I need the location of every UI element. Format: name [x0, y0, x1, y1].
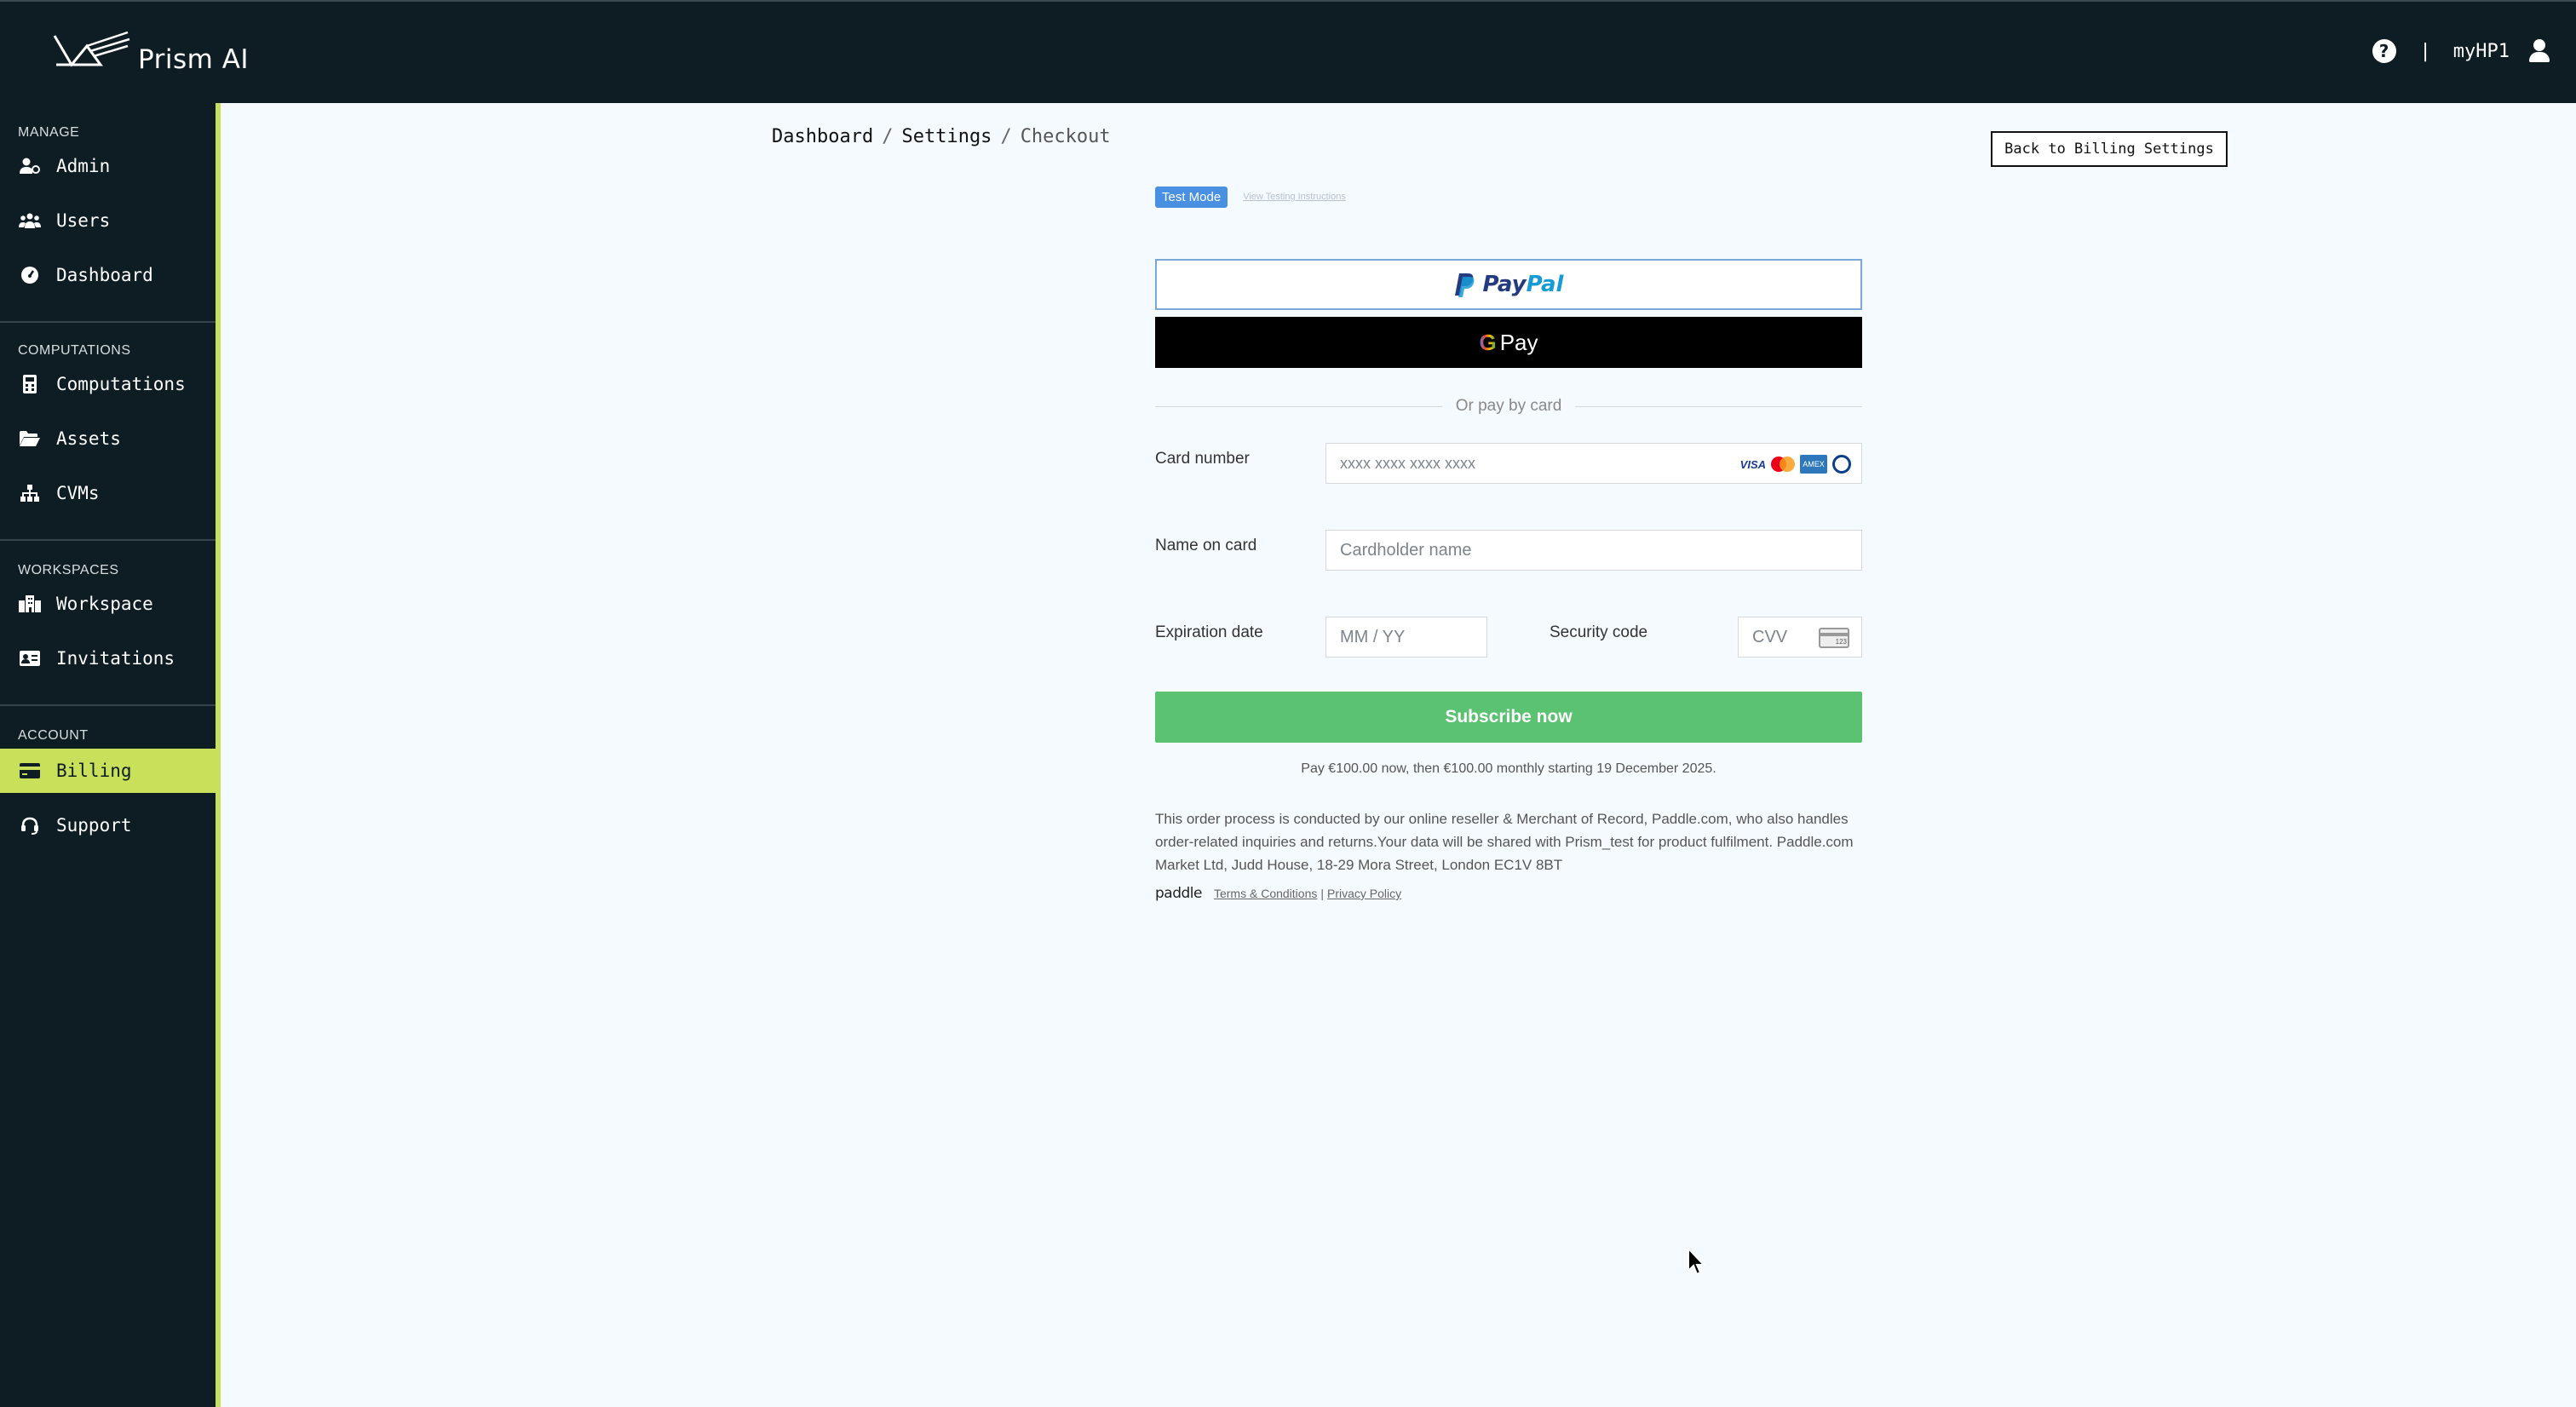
paypal-button[interactable]: PayPal [1155, 259, 1862, 310]
test-mode-badge: Test Mode [1155, 186, 1228, 208]
view-testing-instructions-link[interactable]: View Testing Instructions [1243, 192, 1346, 202]
paddle-logo: paddle [1155, 885, 1202, 902]
mastercard-icon [1771, 457, 1795, 472]
admin-icon [19, 157, 41, 175]
checkout-form: Test Mode View Testing Instructions PayP… [1155, 184, 1863, 902]
breadcrumb-separator: / [882, 126, 894, 147]
privacy-policy-link[interactable]: Privacy Policy [1327, 887, 1401, 900]
security-code-input[interactable]: CVV 123 [1738, 617, 1862, 658]
help-icon[interactable]: ? [2372, 39, 2396, 63]
headset-icon [19, 816, 41, 835]
subscribe-now-button[interactable]: Subscribe now [1155, 692, 1862, 743]
sidebar-item-label: Users [56, 210, 111, 231]
section-title-workspaces: WORKSPACES [18, 563, 119, 577]
sidebar-item-label: Assets [56, 428, 121, 449]
breadcrumb: Dashboard / Settings / Checkout [772, 126, 1111, 147]
top-right-controls: ? | myHP1 [2372, 39, 2550, 63]
top-bar: Prism AI ? | myHP1 [0, 0, 2576, 103]
users-icon [19, 211, 41, 230]
card-number-row: Card number xxxx xxxx xxxx xxxx VISA AME… [1155, 443, 1862, 484]
card-number-placeholder: xxxx xxxx xxxx xxxx [1340, 454, 1476, 472]
section-title-computations: COMPUTATIONS [18, 343, 131, 358]
paypal-wordmark: PayPal [1482, 272, 1564, 297]
logo[interactable]: Prism AI [53, 31, 249, 77]
section-title-manage: MANAGE [18, 125, 80, 140]
sidebar-item-dashboard[interactable]: Dashboard [0, 253, 216, 297]
breadcrumb-settings[interactable]: Settings [901, 126, 992, 147]
expiration-placeholder: MM / YY [1340, 627, 1406, 646]
test-mode-bar: Test Mode View Testing Instructions [1155, 184, 1862, 210]
id-card-icon [19, 649, 41, 668]
or-pay-by-card-divider: Or pay by card [1155, 397, 1863, 416]
expiry-cvv-row: Expiration date MM / YY Security code CV… [1155, 617, 1862, 658]
sidebar: MANAGE Admin Users Dashboard COMPUTATION… [0, 103, 221, 1407]
amex-icon: AMEX [1800, 455, 1827, 474]
mouse-cursor-icon [1688, 1247, 1706, 1276]
network-tree-icon [19, 484, 41, 502]
sidebar-item-label: Admin [56, 156, 111, 176]
sidebar-item-cvms[interactable]: CVMs [0, 471, 216, 515]
terms-and-conditions-link[interactable]: Terms & Conditions [1214, 887, 1317, 900]
breadcrumb-dashboard[interactable]: Dashboard [772, 126, 873, 147]
dashboard-gauge-icon [19, 266, 41, 284]
expiration-date-input[interactable]: MM / YY [1325, 617, 1487, 658]
prism-logo-icon [53, 31, 130, 67]
sidebar-item-assets[interactable]: Assets [0, 416, 216, 461]
sidebar-item-label: CVMs [56, 483, 100, 503]
folder-open-icon [19, 429, 41, 448]
sidebar-item-users[interactable]: Users [0, 198, 216, 243]
calculator-icon [19, 375, 41, 393]
name-on-card-label: Name on card [1155, 537, 1257, 554]
legal-links: paddle Terms & Conditions | Privacy Poli… [1155, 885, 1862, 902]
username[interactable]: myHP1 [2453, 41, 2510, 62]
google-pay-button[interactable]: G Pay [1155, 317, 1862, 368]
or-text: Or pay by card [1455, 397, 1562, 415]
section-title-account: ACCOUNT [18, 728, 89, 743]
cardholder-name-placeholder: Cardholder name [1340, 540, 1472, 560]
sidebar-item-workspace[interactable]: Workspace [0, 582, 216, 626]
card-brand-icons: VISA AMEX [1740, 455, 1851, 474]
visa-icon: VISA [1739, 457, 1766, 471]
security-code-label: Security code [1550, 623, 1648, 641]
sidebar-item-invitations[interactable]: Invitations [0, 636, 216, 681]
card-number-label: Card number [1155, 450, 1250, 468]
diners-club-icon [1832, 455, 1851, 474]
separator: | [2419, 40, 2431, 62]
sidebar-item-computations[interactable]: Computations [0, 362, 216, 406]
name-on-card-row: Name on card Cardholder name [1155, 530, 1862, 571]
merchant-of-record-text: This order process is conducted by our o… [1155, 811, 1854, 873]
sidebar-item-label: Computations [56, 374, 186, 394]
credit-card-icon [19, 761, 41, 780]
building-icon [19, 594, 41, 613]
back-to-billing-settings-button[interactable]: Back to Billing Settings [1991, 131, 2228, 167]
expiration-date-label: Expiration date [1155, 623, 1263, 641]
google-pay-label: Pay [1499, 329, 1538, 355]
sidebar-item-support[interactable]: Support [0, 803, 216, 847]
sidebar-item-billing[interactable]: Billing [0, 749, 216, 793]
brand-name: Prism AI [138, 44, 250, 75]
payment-schedule-note: Pay €100.00 now, then €100.00 monthly st… [1301, 761, 1716, 776]
sidebar-item-label: Invitations [56, 648, 175, 669]
card-number-input[interactable]: xxxx xxxx xxxx xxxx VISA AMEX [1325, 443, 1862, 484]
google-g-icon: G [1479, 329, 1497, 355]
breadcrumb-separator: / [1000, 126, 1012, 147]
legal-separator: | [1320, 887, 1325, 900]
cardholder-name-input[interactable]: Cardholder name [1325, 530, 1862, 571]
paypal-icon [1454, 273, 1474, 297]
user-icon[interactable] [2528, 39, 2550, 63]
breadcrumb-current: Checkout [1020, 126, 1111, 147]
sidebar-item-label: Support [56, 815, 132, 836]
cvv-card-icon: 123 [1819, 628, 1849, 648]
sidebar-item-label: Dashboard [56, 265, 153, 285]
sidebar-item-label: Billing [56, 761, 132, 781]
cvv-placeholder: CVV [1752, 627, 1788, 646]
sidebar-item-label: Workspace [56, 594, 153, 614]
sidebar-item-admin[interactable]: Admin [0, 144, 216, 188]
